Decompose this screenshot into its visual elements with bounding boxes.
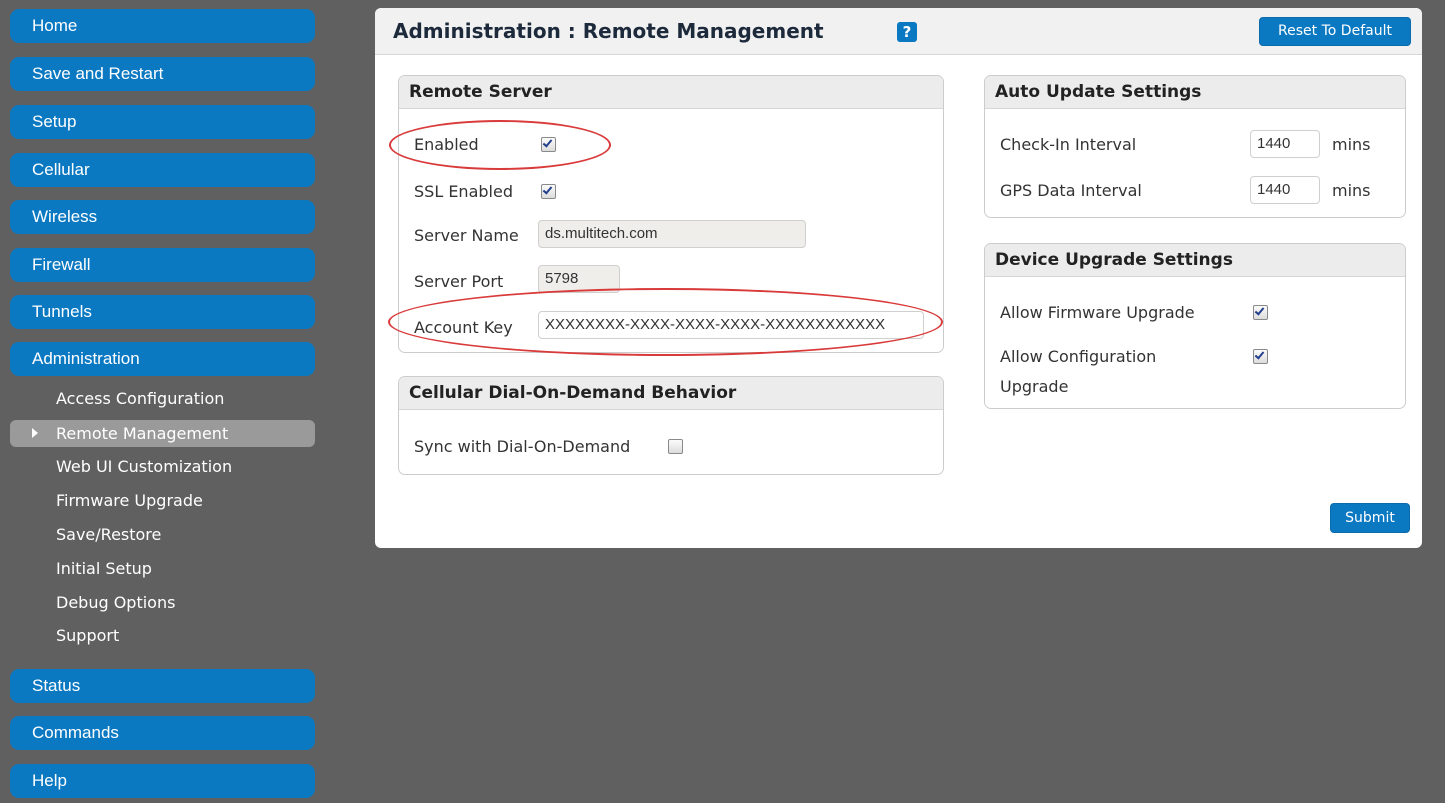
- allow-firmware-upgrade-checkbox[interactable]: [1253, 305, 1268, 320]
- allow-firmware-upgrade-label: Allow Firmware Upgrade: [1000, 303, 1195, 322]
- enabled-label: Enabled: [414, 135, 479, 154]
- subnav-debug-options[interactable]: Debug Options: [10, 589, 315, 616]
- reset-to-default-button[interactable]: Reset To Default: [1259, 17, 1411, 46]
- nav-tunnels[interactable]: Tunnels: [10, 295, 315, 329]
- allow-configuration-upgrade-label: Allow Configuration: [1000, 347, 1157, 366]
- section-title: Device Upgrade Settings: [985, 244, 1405, 277]
- server-port-input[interactable]: 5798: [538, 265, 620, 293]
- nav-cellular[interactable]: Cellular: [10, 153, 315, 187]
- ssl-enabled-label: SSL Enabled: [414, 182, 513, 201]
- nav-setup[interactable]: Setup: [10, 105, 315, 139]
- account-key-input[interactable]: XXXXXXXX-XXXX-XXXX-XXXX-XXXXXXXXXXXX: [538, 311, 924, 339]
- help-icon[interactable]: ?: [897, 22, 917, 42]
- gps-interval-input[interactable]: 1440: [1250, 176, 1320, 204]
- check-icon: [542, 137, 553, 148]
- page-title: Administration : Remote Management: [393, 19, 824, 43]
- nav-wireless[interactable]: Wireless: [10, 200, 315, 234]
- gps-interval-label: GPS Data Interval: [1000, 181, 1142, 200]
- nav-administration[interactable]: Administration: [10, 342, 315, 376]
- remote-server-section: Remote Server Enabled SSL Enabled Server…: [398, 75, 944, 353]
- ssl-enabled-checkbox[interactable]: [541, 184, 556, 199]
- check-icon: [542, 184, 553, 195]
- allow-configuration-upgrade-checkbox[interactable]: [1253, 349, 1268, 364]
- check-icon: [1254, 305, 1265, 316]
- nav-help[interactable]: Help: [10, 764, 315, 798]
- sync-dial-on-demand-checkbox[interactable]: [668, 439, 683, 454]
- checkin-interval-label: Check-In Interval: [1000, 135, 1137, 154]
- subnav-support[interactable]: Support: [10, 622, 315, 649]
- panel-header: Administration : Remote Management ? Res…: [375, 8, 1422, 55]
- arrow-right-icon: [32, 428, 38, 438]
- sidebar: Home Save and Restart Setup Cellular Wir…: [0, 0, 320, 803]
- sync-dial-on-demand-label: Sync with Dial-On-Demand: [414, 437, 631, 456]
- submit-button[interactable]: Submit: [1330, 503, 1410, 533]
- auto-update-section: Auto Update Settings Check-In Interval 1…: [984, 75, 1406, 218]
- checkin-unit: mins: [1332, 135, 1371, 154]
- subnav-firmware-upgrade[interactable]: Firmware Upgrade: [10, 487, 315, 514]
- nav-status[interactable]: Status: [10, 669, 315, 703]
- section-title: Auto Update Settings: [985, 76, 1405, 109]
- enabled-checkbox[interactable]: [541, 137, 556, 152]
- nav-commands[interactable]: Commands: [10, 716, 315, 750]
- device-upgrade-section: Device Upgrade Settings Allow Firmware U…: [984, 243, 1406, 409]
- section-title: Remote Server: [399, 76, 943, 109]
- subnav-remote-management-label: Remote Management: [56, 424, 229, 443]
- gps-unit: mins: [1332, 181, 1371, 200]
- account-key-label: Account Key: [414, 318, 513, 337]
- subnav-access-configuration[interactable]: Access Configuration: [10, 385, 315, 412]
- allow-configuration-upgrade-label-line2: Upgrade: [1000, 377, 1069, 396]
- nav-save-and-restart[interactable]: Save and Restart: [10, 57, 315, 91]
- server-name-input[interactable]: ds.multitech.com: [538, 220, 806, 248]
- nav-home[interactable]: Home: [10, 9, 315, 43]
- subnav-save-restore[interactable]: Save/Restore: [10, 521, 315, 548]
- dial-on-demand-section: Cellular Dial-On-Demand Behavior Sync wi…: [398, 376, 944, 475]
- subnav-remote-management[interactable]: Remote Management: [10, 420, 315, 447]
- subnav-initial-setup[interactable]: Initial Setup: [10, 555, 315, 582]
- server-name-label: Server Name: [414, 226, 519, 245]
- subnav-web-ui-customization[interactable]: Web UI Customization: [10, 453, 315, 480]
- nav-firewall[interactable]: Firewall: [10, 248, 315, 282]
- server-port-label: Server Port: [414, 272, 504, 291]
- check-icon: [1254, 349, 1265, 360]
- main-panel: Administration : Remote Management ? Res…: [375, 8, 1422, 548]
- checkin-interval-input[interactable]: 1440: [1250, 130, 1320, 158]
- section-title: Cellular Dial-On-Demand Behavior: [399, 377, 943, 410]
